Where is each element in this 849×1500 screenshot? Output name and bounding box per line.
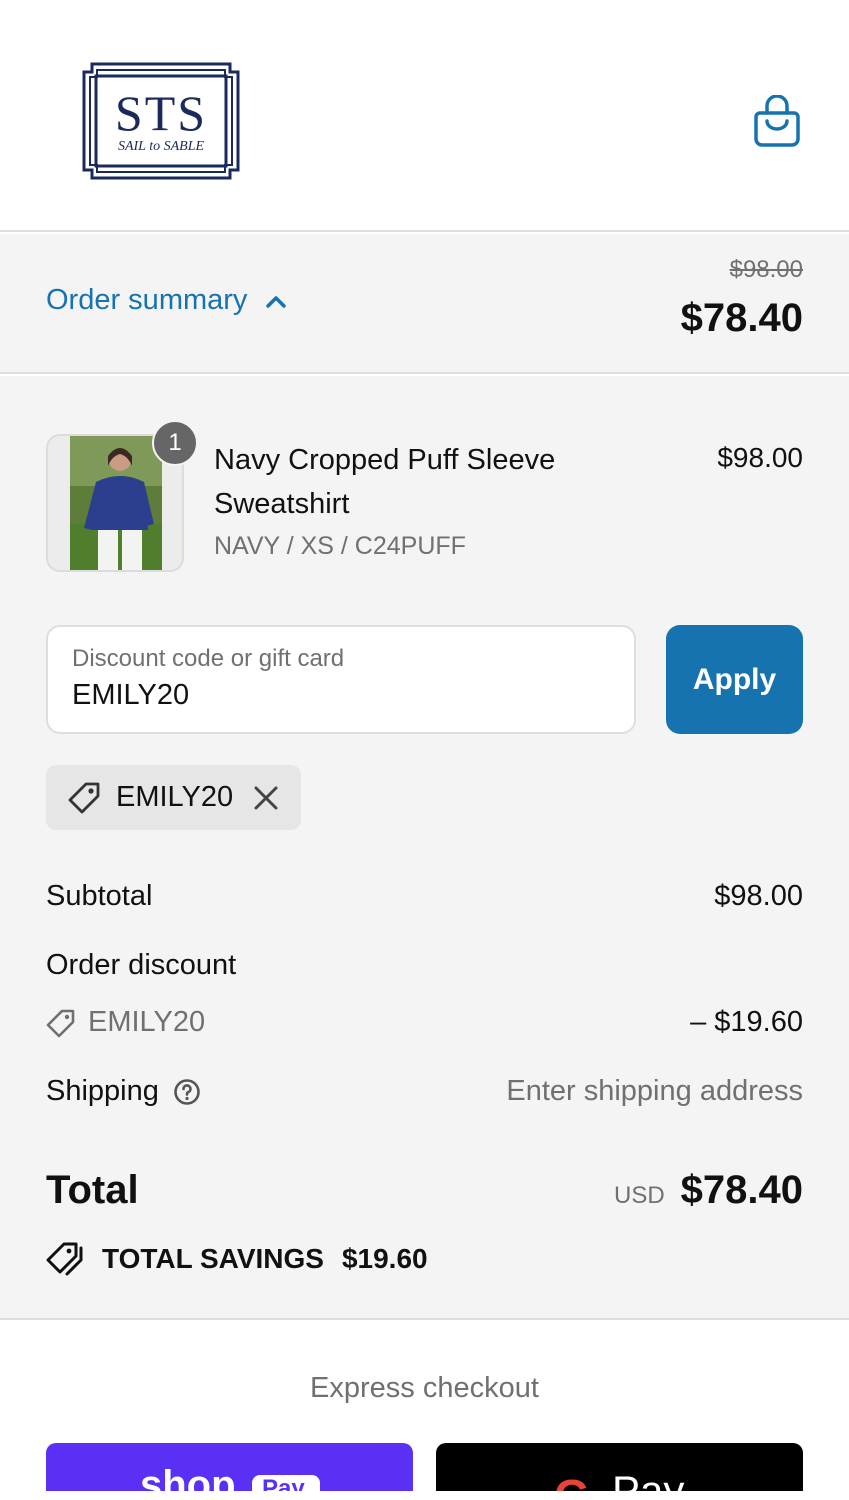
order-summary-toggle[interactable]: Order summary	[46, 284, 287, 317]
original-price: $98.00	[729, 256, 803, 283]
chevron-up-icon	[266, 295, 287, 308]
discount-amount: – $19.60	[690, 1006, 803, 1038]
discount-code-row: EMILY20 – $19.60	[46, 1006, 803, 1039]
product-variant: NAVY / XS / C24PUFF	[214, 532, 466, 560]
subtotal-label: Subtotal	[46, 880, 153, 912]
applied-discount-code: EMILY20	[116, 781, 234, 813]
apply-button[interactable]: Apply	[666, 625, 803, 734]
total-amount: $78.40	[680, 1168, 803, 1212]
tag-icon	[68, 782, 100, 813]
quantity-badge: 1	[152, 420, 198, 466]
shipping-label: Shipping	[46, 1075, 159, 1107]
google-pay-label: Pay	[612, 1467, 685, 1491]
header: STS SAIL to SABLE	[0, 0, 849, 232]
total-label: Total	[46, 1168, 139, 1212]
shopping-bag-icon[interactable]	[752, 94, 802, 147]
tags-icon	[46, 1242, 83, 1276]
line-item: 1 Navy Cropped Puff Sleeve Sweatshirt NA…	[46, 420, 803, 574]
logo-subtitle: SAIL to SABLE	[118, 139, 205, 154]
brand-logo[interactable]: STS SAIL to SABLE	[82, 62, 240, 180]
shop-pay-button[interactable]: shop Pay	[46, 1443, 413, 1491]
discount-code-label: EMILY20	[88, 1006, 206, 1038]
order-summary-label: Order summary	[46, 284, 248, 316]
product-price: $98.00	[717, 442, 803, 473]
express-checkout-title: Express checkout	[310, 1372, 539, 1404]
total-savings: TOTAL SAVINGS $19.60	[46, 1240, 428, 1278]
google-g-icon: G	[554, 1469, 590, 1491]
total-savings-value: $19.60	[341, 1243, 428, 1274]
subtotal-row: Subtotal $98.00	[46, 880, 803, 913]
order-summary-bar: Order summary $98.00 $78.40	[0, 234, 849, 374]
discount-field-label: Discount code or gift card	[72, 645, 345, 672]
total-amount-group: USD $78.40	[614, 1168, 803, 1213]
question-circle-icon[interactable]	[173, 1078, 201, 1106]
shop-pay-label: shop	[140, 1463, 236, 1491]
currency-code: USD	[613, 1182, 665, 1209]
order-discount-label: Order discount	[46, 949, 237, 981]
tag-icon	[46, 1009, 75, 1037]
applied-discount-chip: EMILY20	[46, 765, 301, 830]
shipping-value: Enter shipping address	[506, 1075, 803, 1107]
discounted-price: $78.40	[680, 296, 803, 340]
discount-code-field[interactable]: Discount code or gift card EMILY20	[46, 625, 636, 734]
logo-initials: STS	[115, 85, 207, 141]
shop-pay-badge: Pay	[252, 1475, 320, 1491]
order-discount-row: Order discount	[46, 949, 803, 982]
order-details: 1 Navy Cropped Puff Sleeve Sweatshirt NA…	[0, 376, 849, 1320]
product-name: Navy Cropped Puff Sleeve Sweatshirt	[214, 444, 556, 520]
shipping-row: Shipping Enter shipping address	[46, 1075, 803, 1108]
discount-field-value[interactable]: EMILY20	[72, 679, 189, 712]
total-savings-label: TOTAL SAVINGS	[102, 1243, 324, 1274]
close-icon[interactable]	[253, 785, 279, 811]
google-pay-button[interactable]: G Pay	[436, 1443, 803, 1491]
subtotal-value: $98.00	[714, 880, 803, 912]
